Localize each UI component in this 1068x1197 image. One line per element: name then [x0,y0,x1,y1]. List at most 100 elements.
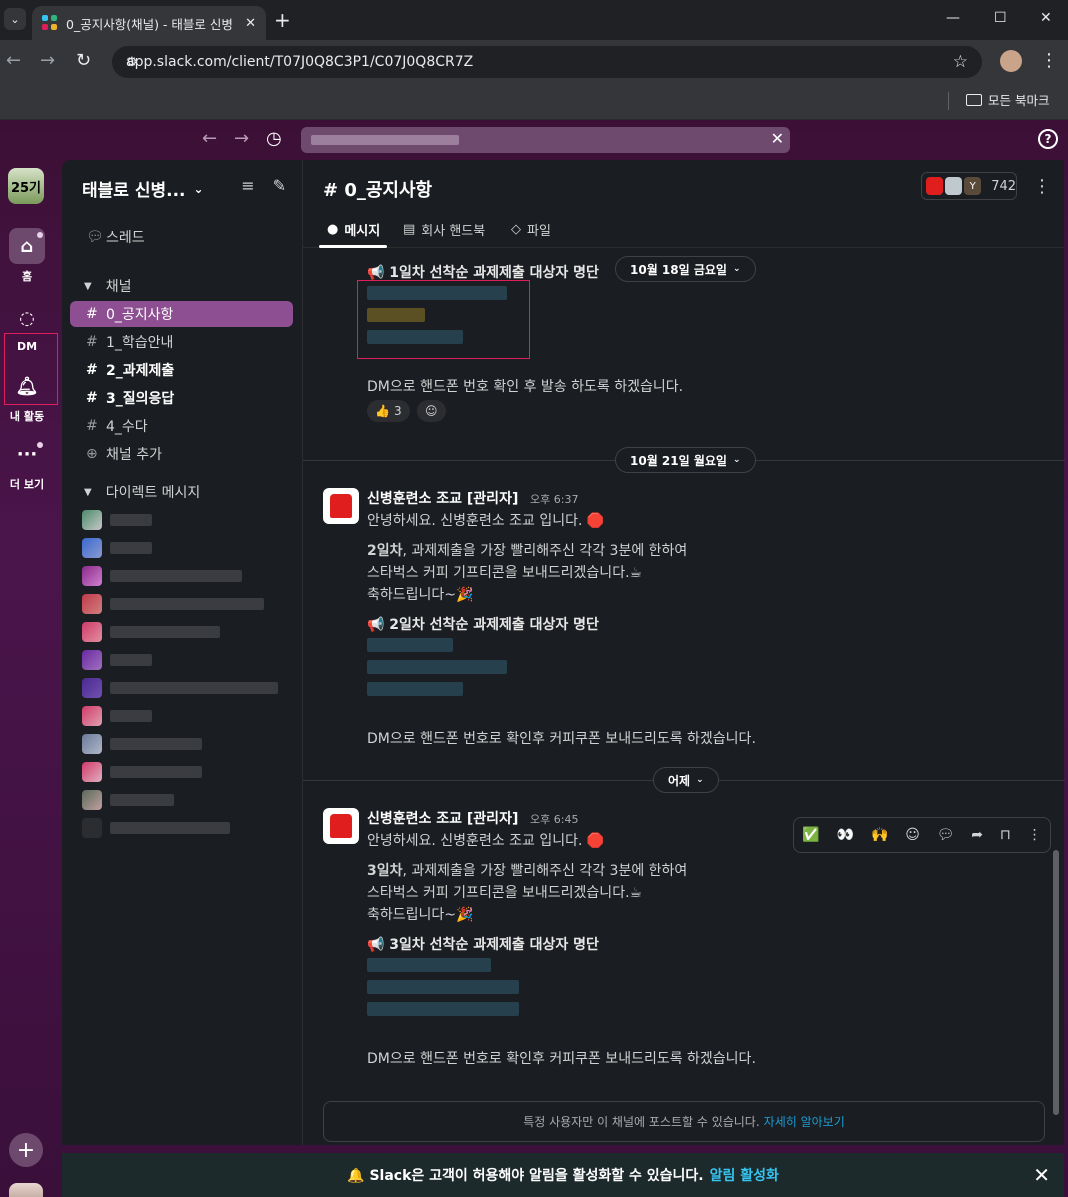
message-time[interactable]: 오후 6:45 [530,811,578,827]
date-divider-pill[interactable]: 어제 ⌄ [653,767,719,793]
date-divider-pill[interactable]: 10월 18일 금요일 ⌄ [615,256,756,282]
channel-title[interactable]: # 0_공지사항 [323,176,432,202]
workspace-name-button[interactable]: 태블로 신병... ⌄ [82,176,204,201]
raised-hands-reaction-icon[interactable]: 🙌 [871,827,888,843]
workspace-icon[interactable]: 25기 [8,168,44,204]
redacted-name [367,682,463,696]
message-time[interactable]: 오후 6:37 [530,491,578,507]
more-icon: ··· [9,436,45,472]
redacted-name [367,1002,519,1016]
sidebar-actions: ≡ ✎ [241,176,286,195]
list-item[interactable] [82,650,152,670]
rail-home[interactable]: ⌂ 홈 [0,228,54,284]
sender-name[interactable]: 신병훈련소 조교 [관리자] [367,488,518,508]
message-line: 축하드립니다~🎉 [367,587,474,603]
url-field[interactable]: ⚙ app.slack.com/client/T07J0Q8C3P1/C07J0… [112,46,982,78]
list-item[interactable] [82,678,278,698]
clear-search-icon[interactable]: ✕ [771,129,784,148]
notification-banner: 🔔 Slack은 고객이 허용해야 알림을 활성화할 수 있습니다. 알림 활성… [62,1153,1064,1197]
tab-search-icon[interactable]: ⌄ [4,8,26,30]
rail-more[interactable]: ··· 더 보기 [0,436,54,492]
help-icon[interactable]: ? [1038,129,1058,149]
hash-icon: # [86,306,98,322]
tab-handbook-label: 회사 핸드북 [421,224,486,239]
sidebar-item-channel-2[interactable]: # 2_과제제출 [70,357,293,383]
rail-more-label: 더 보기 [9,478,45,491]
filter-icon[interactable]: ≡ [241,176,254,195]
compose-icon[interactable]: ✎ [273,176,286,195]
bookmark-icon[interactable]: ⊓ [1000,827,1011,843]
close-banner-icon[interactable]: ✕ [1033,1163,1050,1187]
maximize-icon[interactable]: ☐ [994,10,1007,26]
profile-avatar[interactable] [1000,50,1022,72]
list-item[interactable] [82,510,152,530]
learn-more-link[interactable]: 자세히 알아보기 [764,1113,845,1130]
forward-icon[interactable]: ➦ [971,827,983,843]
browser-menu-icon[interactable]: ⋮ [1040,50,1058,71]
check-reaction-icon[interactable]: ✅ [802,827,819,843]
tab-handbook[interactable]: ▤ 회사 핸드북 [403,220,485,239]
list-item[interactable] [82,594,264,614]
list-item[interactable] [82,818,230,838]
sidebar-item-channel-0[interactable]: # 0_공지사항 [70,301,293,327]
rail-activity[interactable]: 🔔︎ 내 활동 [0,368,54,424]
tab-files[interactable]: ◇ 파일 [511,220,551,239]
scrollbar[interactable] [1053,850,1059,1115]
list-item[interactable] [82,762,202,782]
close-window-icon[interactable]: ✕ [1040,10,1052,26]
members-button[interactable]: Y 742 [921,172,1017,200]
new-tab-icon[interactable]: + [274,8,291,32]
search-input[interactable]: ✕ [301,127,790,153]
sender-avatar[interactable] [323,808,359,844]
hash-icon: # [86,334,98,350]
sidebar-item-channel-4[interactable]: # 4_수다 [70,413,293,439]
channel-more-icon[interactable]: ⋮ [1033,176,1051,197]
history-back-icon[interactable]: ← [202,128,217,149]
history-forward-icon[interactable]: → [234,128,249,149]
back-icon[interactable]: ← [6,50,21,71]
user-avatar[interactable] [9,1183,43,1197]
all-bookmarks-button[interactable]: 모든 북마크 [966,90,1049,109]
sender-avatar[interactable] [323,488,359,524]
add-channel-button[interactable]: ⊕ 채널 추가 [70,441,293,467]
close-tab-icon[interactable]: ✕ [245,16,256,31]
caret-down-icon: ▼ [84,486,92,498]
reply-thread-icon[interactable]: 💬︎ [937,827,955,843]
add-workspace-button[interactable]: + [9,1133,43,1167]
sender-name[interactable]: 신병훈련소 조교 [관리자] [367,808,518,828]
reload-icon[interactable]: ↻ [76,50,91,71]
hash-icon: # [86,418,98,434]
date-divider-pill[interactable]: 10월 21일 월요일 ⌄ [615,447,756,473]
sidebar-item-channel-3[interactable]: # 3_질의응답 [70,385,293,411]
bookmark-star-icon[interactable]: ☆ [953,52,968,72]
enable-notifications-link[interactable]: 알림 활성화 [710,1165,779,1185]
forward-icon[interactable]: → [40,50,55,71]
minimize-icon[interactable]: — [946,10,960,26]
reaction-thumbs-up[interactable]: 👍 3 [367,400,410,422]
add-reaction-icon[interactable]: ☺ [905,827,920,843]
list-item[interactable] [82,538,152,558]
member-avatar: Y [964,177,982,195]
list-item[interactable] [82,790,174,810]
more-actions-icon[interactable]: ⋮ [1028,827,1042,843]
message-line: 3일차, 과제제출을 가장 빨리해주신 각각 3분에 한하여 [367,860,687,880]
eyes-reaction-icon[interactable]: 👀 [837,827,854,843]
list-item[interactable] [82,622,220,642]
redacted-name [367,980,519,994]
browser-tab[interactable]: 0_공지사항(채널) - 태블로 신병 ✕ [32,6,266,40]
tab-messages[interactable]: ● 메시지 [327,220,380,239]
sidebar-item-threads[interactable]: 💬︎ 스레드 [70,224,293,250]
sidebar-item-channel-1[interactable]: # 1_학습안내 [70,329,293,355]
list-item[interactable] [82,734,202,754]
composer-notice-text: 특정 사용자만 이 채널에 포스트할 수 있습니다. [523,1115,760,1129]
dm-section-header[interactable]: ▼ 다이렉트 메시지 [84,482,200,502]
channel-tabs: ● 메시지 ▤ 회사 핸드북 ◇ 파일 [303,212,1065,248]
add-reaction-button[interactable]: ☺ [417,400,446,422]
list-item[interactable] [82,566,242,586]
list-item[interactable] [82,706,152,726]
tab-messages-label: 메시지 [344,224,381,239]
channels-section-header[interactable]: ▼ 채널 [84,276,131,296]
history-icon[interactable]: ◷ [266,128,282,149]
channel-name: 3_질의응답 [106,391,175,407]
thumbs-up-icon: 👍 [375,404,390,418]
